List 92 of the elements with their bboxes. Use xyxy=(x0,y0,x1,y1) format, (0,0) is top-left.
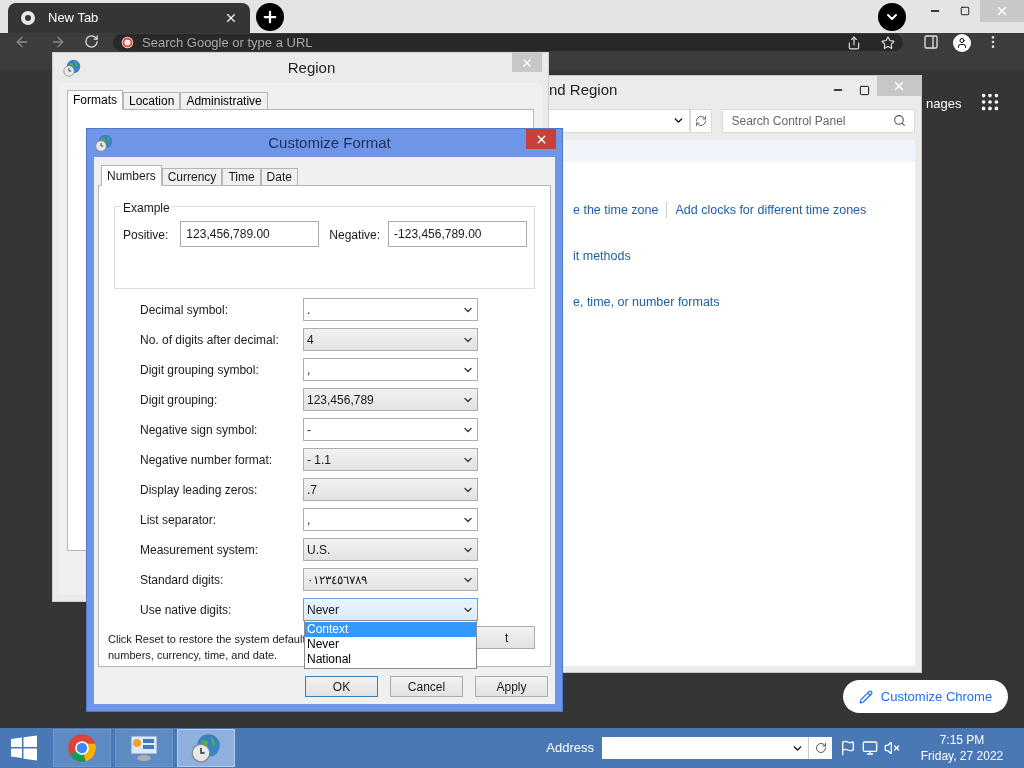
dropdown-field[interactable]: 123,456,789 xyxy=(303,388,478,411)
dropdown-field[interactable]: , xyxy=(303,358,478,381)
window-title: nd Region xyxy=(549,79,619,100)
images-link[interactable]: nages xyxy=(926,94,962,114)
setting-label: Standard digits: xyxy=(139,571,225,589)
person-icon xyxy=(956,37,968,49)
tab[interactable]: Date xyxy=(260,168,298,186)
reload-icon[interactable] xyxy=(84,34,99,49)
clock-date: Friday, 27 2022 xyxy=(920,748,1004,764)
dialog-button[interactable]: Apply xyxy=(475,676,548,697)
taskbar-address-field[interactable] xyxy=(602,737,832,759)
flag-icon[interactable] xyxy=(840,740,856,756)
search-field[interactable]: Search Control Panel xyxy=(722,108,915,133)
positive-example-field: 123,456,789.00 xyxy=(180,221,320,247)
reset-note-line: Click Reset to restore the system default xyxy=(108,632,306,647)
close-icon xyxy=(892,79,906,93)
globe-icon xyxy=(63,59,81,77)
setting-label: Use native digits: xyxy=(139,601,233,619)
dropdown-field[interactable]: 4 xyxy=(303,328,478,351)
network-icon[interactable] xyxy=(862,740,878,756)
settings-link[interactable]: Add clocks for different time zones xyxy=(675,200,867,220)
setting-label: Digit grouping symbol: xyxy=(139,361,260,379)
pencil-icon xyxy=(858,689,873,704)
field-label: Positive: xyxy=(123,227,169,244)
tab[interactable]: Currency xyxy=(161,168,223,186)
settings-link[interactable]: e, time, or number formats xyxy=(573,292,720,312)
dialog-button[interactable]: Cancel xyxy=(390,676,463,697)
taskbar-app[interactable] xyxy=(115,729,173,767)
setting-label: Digit grouping: xyxy=(139,391,219,409)
taskbar-app[interactable] xyxy=(53,729,111,767)
forward-icon[interactable] xyxy=(50,34,66,50)
tab[interactable]: Formats xyxy=(67,90,123,110)
refresh-icon xyxy=(695,114,708,127)
tab[interactable]: Location xyxy=(123,92,181,110)
dropdown-field[interactable]: - 1.1 xyxy=(303,448,478,471)
field-label: Negative: xyxy=(329,227,381,244)
address-label: Address xyxy=(546,739,594,758)
taskbar-app[interactable] xyxy=(177,729,235,767)
setting-label: Negative number format: xyxy=(139,451,274,469)
dropdown-field[interactable]: . xyxy=(303,298,478,321)
restore-icon xyxy=(960,6,970,16)
star-icon[interactable] xyxy=(881,35,895,50)
dropdown-field[interactable]: U.S. xyxy=(303,538,478,561)
apps-icon[interactable] xyxy=(979,91,1001,113)
back-icon[interactable] xyxy=(14,34,30,50)
refresh-button[interactable] xyxy=(689,108,713,133)
windows-logo-icon[interactable] xyxy=(11,735,37,761)
settings-link[interactable]: it methods xyxy=(573,246,631,266)
setting-label: No. of digits after decimal: xyxy=(139,331,280,349)
tab[interactable]: Numbers xyxy=(101,165,162,186)
dropdown-field[interactable]: , xyxy=(303,508,478,531)
globe-icon xyxy=(95,134,113,152)
dropdown-field[interactable]: .7 xyxy=(303,478,478,501)
customize-chrome-button[interactable]: Customize Chrome xyxy=(843,680,1008,713)
dropdown-field[interactable]: Never xyxy=(303,598,478,621)
dropdown-field[interactable]: ٠١٢٣٤٥٦٧٨٩ xyxy=(303,568,478,591)
setting-label: Negative sign symbol: xyxy=(139,421,259,439)
side-panel-icon[interactable] xyxy=(923,34,939,50)
close-icon xyxy=(995,4,1009,18)
profile-icon[interactable] xyxy=(953,34,971,52)
setting-label: Display leading zeros: xyxy=(139,481,259,499)
dialog-button[interactable]: OK xyxy=(305,676,378,697)
search-icon xyxy=(893,114,906,127)
setting-label: List separator: xyxy=(139,511,218,529)
share-icon[interactable] xyxy=(847,35,861,50)
globe-clock-icon xyxy=(191,733,221,763)
dialog-title: Customize Format xyxy=(267,132,392,153)
negative-example-field: -123,456,789.00 xyxy=(388,221,528,247)
tab-search-button[interactable] xyxy=(878,3,906,31)
dropdown-field[interactable]: - xyxy=(303,418,478,441)
maximize-icon xyxy=(858,84,870,96)
setting-label: Decimal symbol: xyxy=(139,301,230,319)
address-bar[interactable]: Search Google or type a URL xyxy=(113,34,903,51)
muted-speaker-icon[interactable] xyxy=(884,740,900,756)
window-title: Region xyxy=(286,57,337,78)
google-icon xyxy=(121,36,134,49)
address-field[interactable] xyxy=(547,108,690,133)
close-button[interactable] xyxy=(526,129,556,149)
tab-title: New Tab xyxy=(48,9,100,28)
clock-time: 7:15 PM xyxy=(939,732,985,748)
close-icon[interactable] xyxy=(224,11,238,25)
refresh-icon[interactable] xyxy=(814,742,827,754)
plus-icon xyxy=(261,8,279,26)
reset-note-line: numbers, currency, time, and date. xyxy=(108,648,279,663)
tab[interactable]: Time xyxy=(222,168,261,186)
browser-tab[interactable]: New Tab xyxy=(8,3,250,33)
settings-link[interactable]: e the time zone xyxy=(573,200,659,220)
dropdown-option[interactable]: National xyxy=(305,652,476,667)
control-panel-icon xyxy=(129,734,159,762)
setting-label: Measurement system: xyxy=(139,541,260,559)
tab[interactable]: Administrative xyxy=(180,92,268,110)
new-tab-button[interactable] xyxy=(256,3,284,31)
